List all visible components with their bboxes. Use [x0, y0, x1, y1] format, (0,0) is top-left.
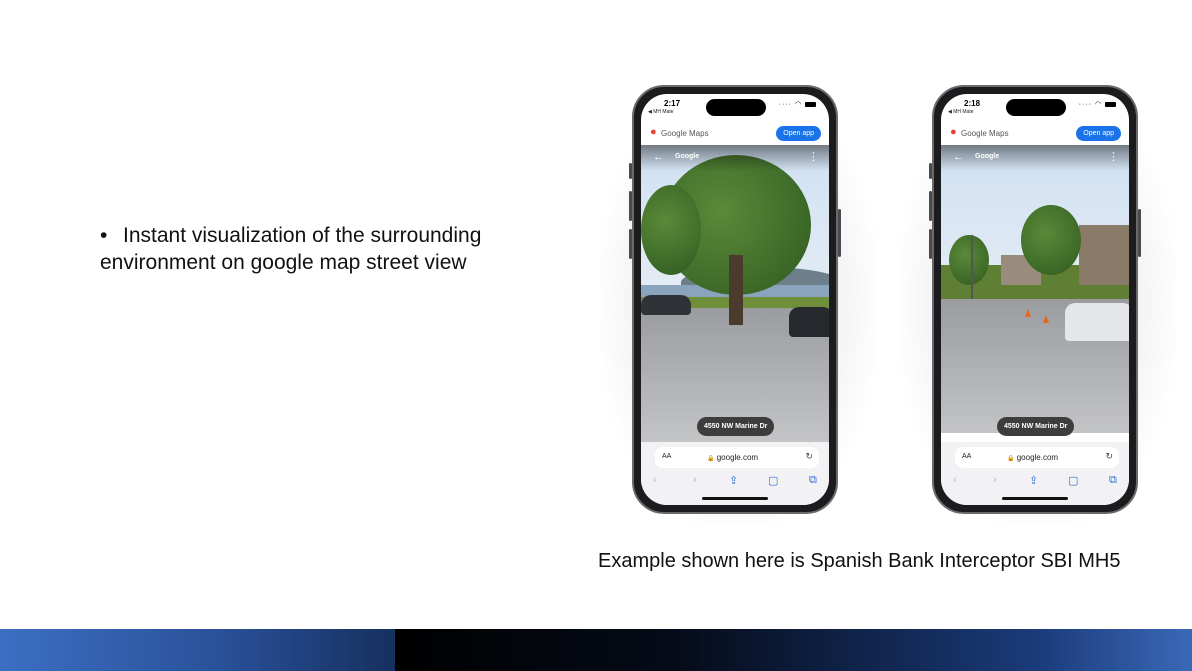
- open-app-button[interactable]: Open app: [776, 126, 821, 141]
- back-arrow-icon[interactable]: ←: [653, 151, 664, 163]
- bookmarks-icon[interactable]: ▢: [1068, 474, 1078, 487]
- lock-icon: 🔒: [707, 456, 715, 462]
- nav-back-icon[interactable]: ‹: [953, 474, 957, 486]
- traffic-cone: [1043, 315, 1049, 323]
- url-text: 🔒 google.com: [1007, 453, 1058, 462]
- address-chip[interactable]: 4550 NW Marine Dr: [997, 417, 1075, 436]
- street-view-title: Google: [975, 153, 1000, 160]
- footer-blue-block: [0, 629, 395, 671]
- back-to-app-label[interactable]: ◀ MH Mate: [648, 109, 674, 115]
- phone-frame: 2:17 ◀ MH Mate ···· ◠ ● Google Maps Open…: [629, 85, 841, 514]
- volume-down-button: [629, 229, 632, 259]
- parked-car: [789, 307, 829, 337]
- reload-icon[interactable]: ↻: [1105, 451, 1113, 462]
- power-button: [1138, 209, 1141, 257]
- caption-text: Example shown here is Spanish Bank Inter…: [598, 550, 1121, 572]
- safari-toolbar: AA 🔒 google.com ↻ ‹ › ⇪ ▢ ⧉: [941, 442, 1129, 505]
- url-value: google.com: [716, 453, 759, 462]
- address-bar[interactable]: AA 🔒 google.com ↻: [955, 447, 1119, 468]
- google-maps-logo-text: Google Maps: [961, 129, 1009, 138]
- battery-icon: [805, 101, 816, 107]
- nav-forward-icon[interactable]: ›: [993, 474, 997, 486]
- bullet-text-line-1: Instant visualization of the surrounding: [123, 224, 482, 247]
- phone-screenshot-2: 2:18 ◀ MH Mate ···· ◠ ● Google Maps Open…: [900, 82, 1176, 526]
- volume-up-button: [629, 191, 632, 221]
- back-to-app-label[interactable]: ◀ MH Mate: [948, 109, 974, 115]
- google-maps-banner: ● Google Maps Open app: [641, 123, 829, 145]
- footer-band: [0, 629, 1192, 671]
- address-chip[interactable]: 4550 NW Marine Dr: [697, 417, 775, 436]
- safari-nav-row: ‹ › ⇪ ▢ ⧉: [641, 474, 829, 490]
- open-app-button[interactable]: Open app: [1076, 126, 1121, 141]
- back-arrow-icon[interactable]: ←: [953, 151, 964, 163]
- url-value: google.com: [1016, 453, 1059, 462]
- more-menu-icon[interactable]: ⋮: [808, 150, 819, 163]
- phone-screenshot-1: 2:17 ◀ MH Mate ···· ◠ ● Google Maps Open…: [600, 82, 876, 526]
- reader-options-button[interactable]: AA: [662, 453, 671, 460]
- mute-switch: [929, 163, 932, 179]
- status-bar: 2:18 ◀ MH Mate ···· ◠: [941, 94, 1129, 122]
- map-pin-icon: ●: [650, 126, 657, 138]
- phone-frame: 2:18 ◀ MH Mate ···· ◠ ● Google Maps Open…: [929, 85, 1141, 514]
- mute-switch: [629, 163, 632, 179]
- home-indicator[interactable]: [1002, 497, 1068, 500]
- nav-back-icon[interactable]: ‹: [653, 474, 657, 486]
- bullet-text-line-2: environment on google map street view: [100, 251, 467, 274]
- more-menu-icon[interactable]: ⋮: [1108, 150, 1119, 163]
- phone-screen: 2:18 ◀ MH Mate ···· ◠ ● Google Maps Open…: [941, 94, 1129, 505]
- bullet-line-1: • Instant visualization of the surroundi…: [100, 222, 560, 249]
- google-maps-logo-text: Google Maps: [661, 129, 709, 138]
- bullet-marker: •: [100, 224, 108, 247]
- status-icons: ···· ◠: [1079, 100, 1116, 108]
- lock-icon: 🔒: [1007, 456, 1015, 462]
- parked-car: [1065, 303, 1129, 341]
- share-icon[interactable]: ⇪: [729, 474, 738, 487]
- tree-crown: [1021, 205, 1081, 275]
- map-pin-icon: ●: [950, 126, 957, 138]
- google-maps-banner: ● Google Maps Open app: [941, 123, 1129, 145]
- street-view-panorama[interactable]: ← Google ⋮ 4550 NW Marine Dr: [941, 145, 1129, 442]
- share-icon[interactable]: ⇪: [1029, 474, 1038, 487]
- house: [1079, 225, 1129, 285]
- parked-car: [641, 295, 691, 315]
- tree-crown: [949, 235, 989, 285]
- nav-forward-icon[interactable]: ›: [693, 474, 697, 486]
- bullet-text-block: • Instant visualization of the surroundi…: [100, 222, 560, 276]
- address-bar[interactable]: AA 🔒 google.com ↻: [655, 447, 819, 468]
- street-view-panorama[interactable]: ← Google ⋮ 4550 NW Marine Dr: [641, 145, 829, 442]
- bookmarks-icon[interactable]: ▢: [768, 474, 778, 487]
- power-button: [838, 209, 841, 257]
- top-overlay: [641, 145, 829, 171]
- volume-down-button: [929, 229, 932, 259]
- traffic-cone: [1025, 309, 1031, 317]
- status-icons: ···· ◠: [779, 100, 816, 108]
- battery-icon: [1105, 101, 1116, 107]
- status-bar: 2:17 ◀ MH Mate ···· ◠: [641, 94, 829, 122]
- safari-nav-row: ‹ › ⇪ ▢ ⧉: [941, 474, 1129, 490]
- url-text: 🔒 google.com: [707, 453, 758, 462]
- tabs-icon[interactable]: ⧉: [809, 474, 817, 487]
- safari-toolbar: AA 🔒 google.com ↻ ‹ › ⇪ ▢ ⧉: [641, 442, 829, 505]
- dynamic-island: [706, 99, 766, 116]
- tabs-icon[interactable]: ⧉: [1109, 474, 1117, 487]
- status-time: 2:18: [964, 99, 981, 108]
- status-time: 2:17: [664, 99, 681, 108]
- tree-trunk: [729, 255, 743, 325]
- top-overlay: [941, 145, 1129, 171]
- home-indicator[interactable]: [702, 497, 768, 500]
- dynamic-island: [1006, 99, 1066, 116]
- phone-screen: 2:17 ◀ MH Mate ···· ◠ ● Google Maps Open…: [641, 94, 829, 505]
- reader-options-button[interactable]: AA: [962, 453, 971, 460]
- volume-up-button: [929, 191, 932, 221]
- street-view-title: Google: [675, 153, 700, 160]
- reload-icon[interactable]: ↻: [805, 451, 813, 462]
- footer-dark-block: [395, 629, 1192, 671]
- tree-crown-left: [641, 185, 701, 275]
